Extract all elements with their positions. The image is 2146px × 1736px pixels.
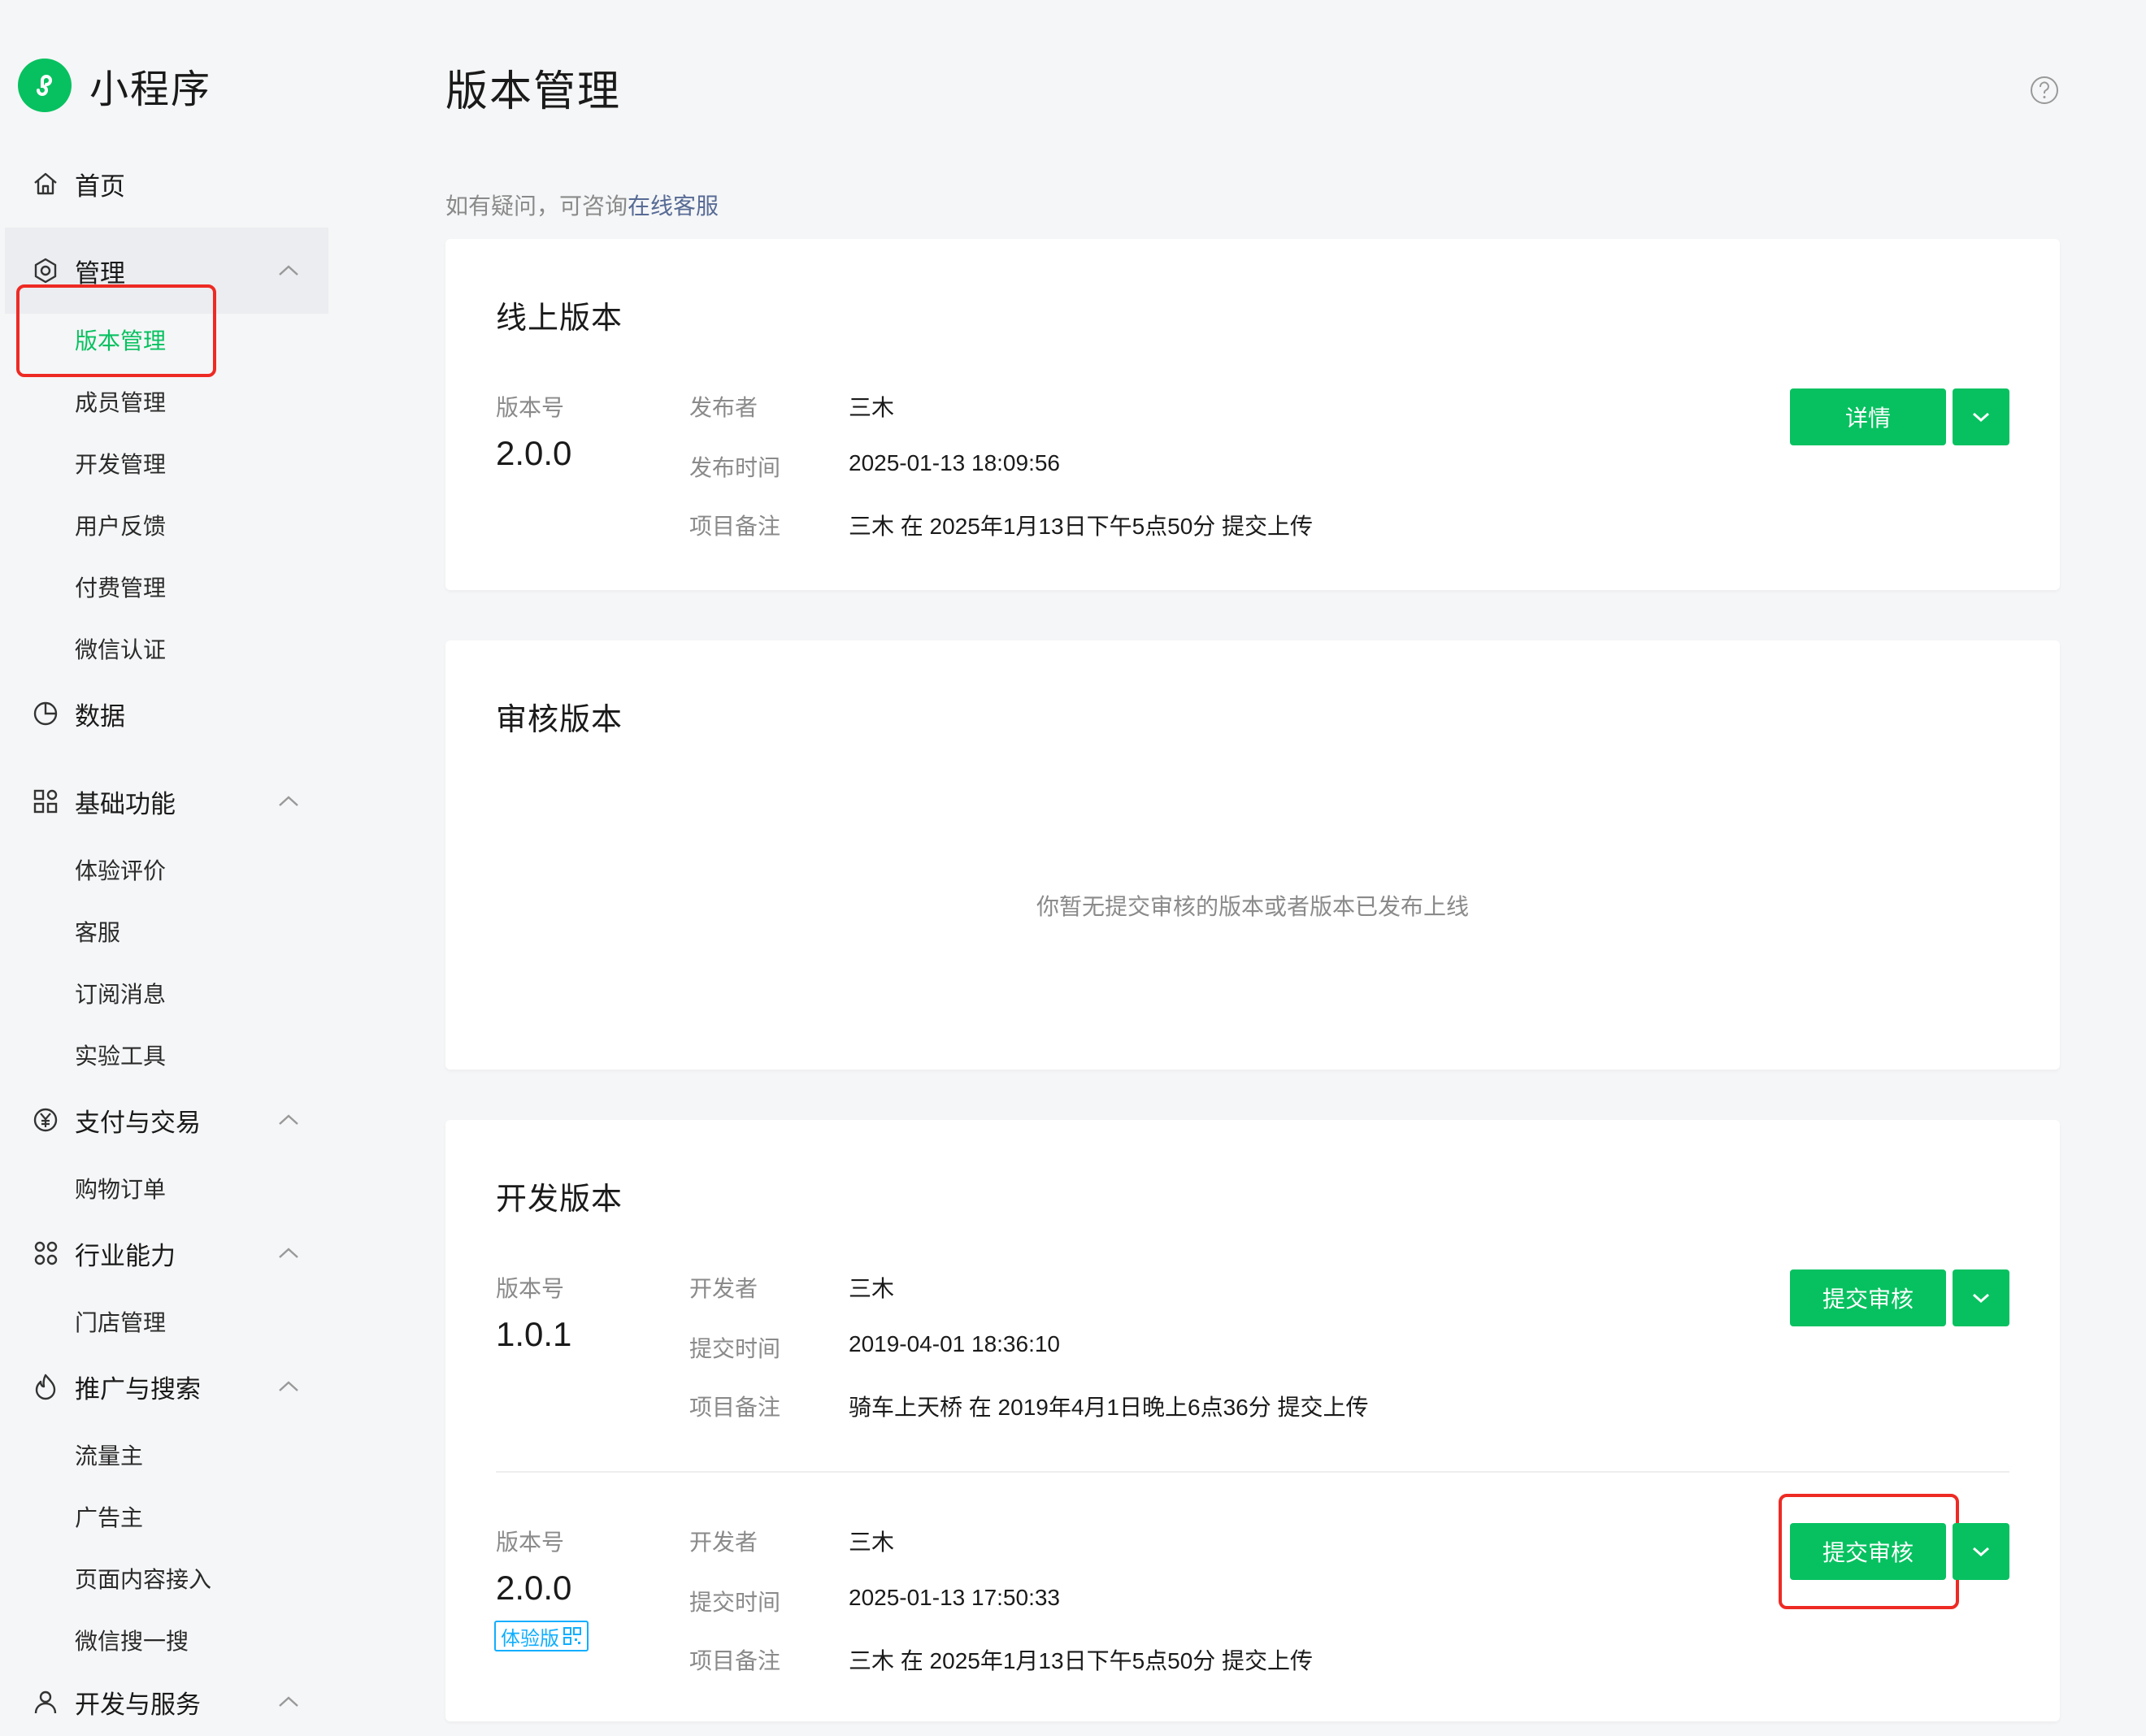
tag-label: 体验版 <box>501 1627 559 1650</box>
chevron-up-icon[interactable] <box>276 263 301 279</box>
sidebar-item-traffic-owner[interactable]: 流量主 <box>75 1439 143 1471</box>
empty-state-text: 你暂无提交审核的版本或者版本已发布上线 <box>1036 894 1469 919</box>
help-hint: 如有疑问，可咨询在线客服 <box>445 189 719 221</box>
sidebar-group-pay[interactable]: 支付与交易 <box>0 1086 328 1154</box>
qrcode-icon <box>563 1627 581 1645</box>
row-divider <box>496 1471 2009 1473</box>
sidebar-item-customer-service[interactable]: 客服 <box>75 915 120 948</box>
sidebar-item-wechat-verify[interactable]: 微信认证 <box>75 632 166 665</box>
page-title: 版本管理 <box>445 68 622 115</box>
miniprogram-logo-icon <box>18 59 72 112</box>
yuan-coin-icon <box>33 1108 58 1132</box>
card-title: 线上版本 <box>496 302 623 336</box>
chevron-up-icon[interactable] <box>276 793 301 809</box>
sidebar-item-advertiser[interactable]: 广告主 <box>75 1500 143 1533</box>
sidebar-item-dev-manage[interactable]: 开发管理 <box>75 447 166 480</box>
sidebar-item-wechat-search[interactable]: 微信搜一搜 <box>75 1624 189 1656</box>
version-number: 2.0.0 <box>496 1569 572 1607</box>
sidebar-group-label: 基础功能 <box>75 789 176 818</box>
highlight-box-submit-review <box>1779 1494 1959 1609</box>
sidebar-item-payment-manage[interactable]: 付费管理 <box>75 571 166 603</box>
developer-label: 开发者 <box>689 1530 758 1555</box>
sidebar-group-dev-service[interactable]: 开发与服务 <box>0 1668 328 1736</box>
submit-time-label: 提交时间 <box>689 1590 781 1615</box>
sidebar-group-basic[interactable]: 基础功能 <box>0 767 328 835</box>
trial-version-tag[interactable]: 体验版 <box>494 1621 589 1651</box>
submit-time-value: 2025-01-13 17:50:33 <box>849 1585 1060 1610</box>
chevron-up-icon[interactable] <box>276 1378 301 1395</box>
sidebar-group-label: 行业能力 <box>75 1241 176 1270</box>
sidebar-item-experience-rating[interactable]: 体验评价 <box>75 853 166 886</box>
publish-time-label: 发布时间 <box>689 455 781 480</box>
note-label: 项目备注 <box>689 1648 781 1673</box>
sidebar-group-promo[interactable]: 推广与搜索 <box>0 1352 328 1421</box>
highlight-box-version-manage <box>16 284 216 377</box>
sidebar-item-shopping-orders[interactable]: 购物订单 <box>75 1172 166 1204</box>
chevron-up-icon[interactable] <box>276 1245 301 1261</box>
flame-icon <box>35 1374 56 1400</box>
submit-time-value: 2019-04-01 18:36:10 <box>849 1331 1060 1356</box>
sidebar-item-store-manage[interactable]: 门店管理 <box>75 1305 166 1338</box>
developer-value: 三木 <box>849 1276 895 1301</box>
note-label: 项目备注 <box>689 1395 781 1420</box>
online-version-card: 线上版本 版本号 2.0.0 发布者 三木 发布时间 2025-01-13 18… <box>445 239 2060 590</box>
sidebar-group-label: 开发与服务 <box>75 1690 201 1719</box>
logo-text: 小程序 <box>89 68 212 111</box>
sidebar: 小程序 首页 管理 版本管理 成员管理 开发管理 用户反馈 付费管理 微信认证 … <box>0 0 328 1719</box>
sidebar-group-label: 推广与搜索 <box>75 1374 201 1404</box>
chevron-up-icon[interactable] <box>276 1694 301 1710</box>
version-label: 版本号 <box>496 1276 565 1301</box>
sidebar-item-home[interactable]: 首页 <box>0 150 328 218</box>
detail-button[interactable]: 详情 <box>1790 388 1946 445</box>
sidebar-item-experiment-tools[interactable]: 实验工具 <box>75 1039 166 1071</box>
chevron-down-icon <box>1973 1547 1989 1557</box>
app-logo[interactable]: 小程序 <box>18 57 211 114</box>
developer-value: 三木 <box>849 1530 895 1555</box>
user-service-icon <box>34 1690 57 1714</box>
version-label: 版本号 <box>496 1530 565 1555</box>
sidebar-item-page-content[interactable]: 页面内容接入 <box>75 1562 211 1595</box>
version-label: 版本号 <box>496 395 565 420</box>
dev-more-dropdown[interactable] <box>1953 1269 2009 1326</box>
sidebar-group-label: 支付与交易 <box>75 1108 201 1137</box>
sidebar-item-member-manage[interactable]: 成员管理 <box>75 385 166 418</box>
publish-time-value: 2025-01-13 18:09:56 <box>849 450 1060 475</box>
settings-hexagon-icon <box>34 258 57 284</box>
help-question-icon[interactable] <box>2029 75 2060 106</box>
hint-text: 如有疑问，可咨询 <box>445 193 628 219</box>
sidebar-item-data[interactable]: 数据 <box>0 679 328 748</box>
online-more-dropdown[interactable] <box>1953 388 2009 445</box>
chevron-up-icon[interactable] <box>276 1112 301 1128</box>
note-value: 三木 在 2025年1月13日下午5点50分 提交上传 <box>849 514 1314 539</box>
dev-version-card: 开发版本 版本号 1.0.1 开发者 三木 提交时间 2019-04-01 18… <box>445 1120 2060 1721</box>
home-icon <box>34 172 57 195</box>
publisher-value: 三木 <box>849 395 895 420</box>
grid-apps-icon <box>33 789 58 814</box>
note-value: 三木 在 2025年1月13日下午5点50分 提交上传 <box>849 1648 1314 1673</box>
molecule-icon <box>34 1241 58 1265</box>
sidebar-group-industry[interactable]: 行业能力 <box>0 1219 328 1287</box>
dev-more-dropdown[interactable] <box>1953 1523 2009 1580</box>
sidebar-item-user-feedback[interactable]: 用户反馈 <box>75 509 166 541</box>
developer-label: 开发者 <box>689 1276 758 1301</box>
version-number: 1.0.1 <box>496 1315 572 1353</box>
card-title: 审核版本 <box>496 703 623 737</box>
sidebar-item-subscribe-message[interactable]: 订阅消息 <box>75 977 166 1009</box>
pie-chart-icon <box>33 701 58 726</box>
chevron-down-icon <box>1973 1293 1989 1304</box>
online-service-link[interactable]: 在线客服 <box>628 193 719 219</box>
sidebar-item-label: 数据 <box>75 701 125 731</box>
note-value: 骑车上天桥 在 2019年4月1日晚上6点36分 提交上传 <box>849 1395 1369 1420</box>
review-version-card: 审核版本 你暂无提交审核的版本或者版本已发布上线 <box>445 640 2060 1070</box>
submit-time-label: 提交时间 <box>689 1336 781 1361</box>
submit-review-button[interactable]: 提交审核 <box>1790 1269 1946 1326</box>
publisher-label: 发布者 <box>689 395 758 420</box>
sidebar-item-label: 首页 <box>75 171 125 201</box>
note-label: 项目备注 <box>689 514 781 539</box>
version-number: 2.0.0 <box>496 434 572 472</box>
chevron-down-icon <box>1973 412 1989 423</box>
card-title: 开发版本 <box>496 1183 623 1217</box>
sidebar-group-label: 管理 <box>75 258 125 288</box>
